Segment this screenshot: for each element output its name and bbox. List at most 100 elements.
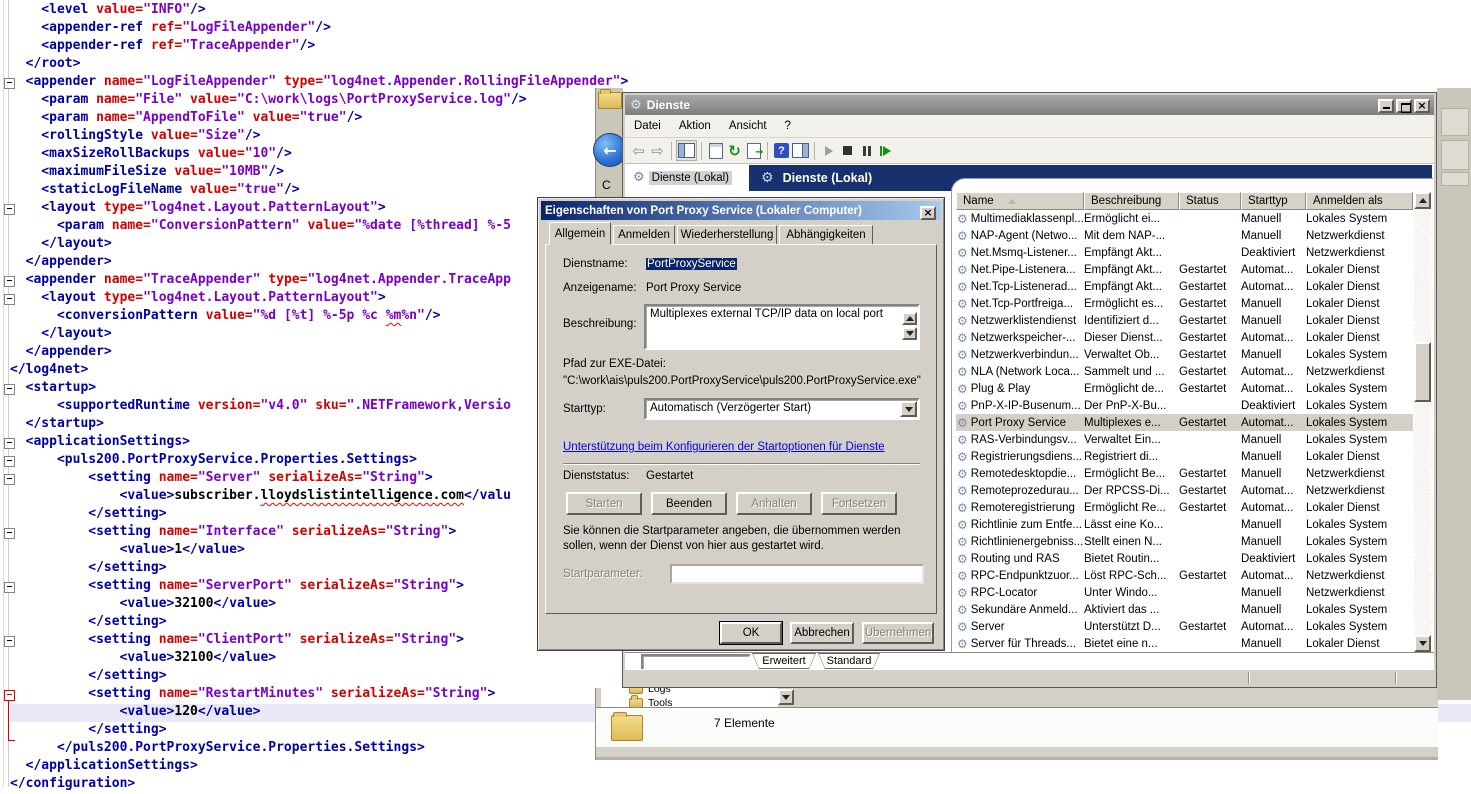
code-line[interactable]: </configuration> — [10, 776, 1471, 794]
close-button[interactable]: × — [1414, 99, 1430, 113]
service-row[interactable]: ⚙Multimediaklassenpl...Ermöglicht ei...M… — [956, 210, 1413, 227]
service-row[interactable]: ⚙Remotedesktopdie...Ermöglicht Be...Gest… — [956, 465, 1413, 482]
service-row[interactable]: ⚙Sekundäre Anmeld...Aktiviert das ...Man… — [956, 601, 1413, 618]
fold-collapse-icon[interactable] — [4, 384, 15, 395]
cancel-button[interactable]: Abbrechen — [790, 622, 854, 644]
stop-button[interactable]: Beenden — [651, 492, 727, 515]
console-tree-item-dienste-lokal[interactable]: ⚙ Dienste (Lokal) — [629, 168, 736, 187]
service-row[interactable]: ⚙Netzwerkverbindun...Verwaltet Ob...Gest… — [956, 346, 1413, 363]
fold-collapse-icon[interactable] — [4, 528, 15, 539]
pause-button[interactable]: Anhalten — [736, 492, 812, 515]
forward-button[interactable]: ⇨ — [648, 141, 667, 160]
code-line[interactable]: <appender name="LogFileAppender" type="l… — [10, 74, 1471, 92]
maximize-button[interactable] — [1396, 99, 1412, 113]
service-name-value[interactable]: PortProxyService — [646, 258, 737, 270]
export-list-button[interactable]: ➔ — [744, 141, 763, 160]
fold-collapse-icon[interactable] — [4, 636, 15, 647]
column-header-beschreibung[interactable]: Beschreibung — [1084, 192, 1179, 210]
menu-datei[interactable]: Datei — [625, 118, 670, 134]
service-row[interactable]: ⚙Net.Pipe-Listenera...Empfängt Akt...Ges… — [956, 261, 1413, 278]
scroll-down-button[interactable] — [902, 327, 917, 340]
ok-button[interactable]: OK — [720, 622, 782, 644]
menu-aktion[interactable]: Aktion — [670, 118, 720, 134]
code-line[interactable]: <appender-ref ref="TraceAppender"/> — [10, 38, 1471, 56]
service-row[interactable]: ⚙Net.Tcp-Listenerad...Empfängt Akt...Ges… — [956, 278, 1413, 295]
service-row[interactable]: ⚙PnP-X-IP-Busenum...Der PnP-X-Bu...Deakt… — [956, 397, 1413, 414]
restart-service-button[interactable] — [876, 141, 895, 160]
pause-service-button[interactable] — [857, 141, 876, 160]
show-console-tree-button[interactable] — [676, 140, 697, 161]
fold-collapse-icon[interactable] — [4, 690, 15, 701]
service-row[interactable]: ⚙Net.Tcp-Portfreiga...Ermöglicht es...Ge… — [956, 295, 1413, 312]
code-line[interactable]: </applicationSettings> — [10, 758, 1471, 776]
combo-dropdown-button[interactable] — [900, 401, 917, 417]
scroll-down-button[interactable] — [1414, 635, 1431, 652]
service-row[interactable]: ⚙Richtlinienergebniss...Stellt einen N..… — [956, 533, 1413, 550]
service-row[interactable]: ⚙Remoteprozedurau...Der RPCSS-Di...Gesta… — [956, 482, 1413, 499]
service-row[interactable]: ⚙Server für Threads...Bietet eine n...Ma… — [956, 635, 1413, 652]
fold-collapse-icon[interactable] — [4, 204, 15, 215]
column-header-starttyp[interactable]: Starttyp — [1241, 192, 1306, 210]
close-button[interactable]: × — [920, 206, 936, 220]
service-row[interactable]: ⚙ServerUnterstützt D...GestartetAutomat.… — [956, 618, 1413, 635]
scrollbar-thumb[interactable] — [1414, 342, 1431, 402]
scroll-up-button[interactable] — [1414, 192, 1431, 209]
service-row[interactable]: ⚙RemoteregistrierungErmöglicht Re...Gest… — [956, 499, 1413, 516]
code-line[interactable]: <level value="INFO"/> — [10, 2, 1471, 20]
extended-view-button[interactable] — [791, 141, 810, 160]
service-row[interactable]: ⚙NetzwerklistendienstIdentifiziert d...G… — [956, 312, 1413, 329]
scroll-up-button[interactable] — [902, 312, 917, 325]
minimize-button[interactable] — [1378, 99, 1394, 113]
service-row[interactable]: ⚙Plug & PlayErmöglicht de...GestartetAut… — [956, 380, 1413, 397]
fold-collapse-icon[interactable] — [4, 78, 15, 89]
properties-button[interactable] — [706, 141, 725, 160]
service-row[interactable]: ⚙RPC-LocatorUnter Windo...ManuellNetzwer… — [956, 584, 1413, 601]
service-row[interactable]: ⚙Richtlinie zum Entfe...Lässt eine Ko...… — [956, 516, 1413, 533]
tab-abhaengigkeiten[interactable]: Abhängigkeiten — [779, 225, 873, 245]
tab-allgemein[interactable]: Allgemein — [549, 222, 611, 245]
fold-collapse-icon[interactable] — [4, 474, 15, 485]
service-row[interactable]: ⚙NAP-Agent (Netwo...Mit dem NAP-...Manue… — [956, 227, 1413, 244]
service-row[interactable]: ⚙RPC-Endpunktzuor...Löst RPC-Sch...Gesta… — [956, 567, 1413, 584]
dropdown-button[interactable] — [778, 689, 794, 705]
menu-ansicht[interactable]: Ansicht — [720, 118, 776, 134]
tab-erweitert[interactable]: Erweitert — [752, 653, 816, 669]
service-row[interactable]: ⚙Port Proxy ServiceMultiplexes e...Gesta… — [956, 414, 1413, 431]
tab-wiederherstellung[interactable]: Wiederherstellung — [677, 225, 777, 245]
refresh-button[interactable]: ↻ — [725, 141, 744, 160]
fold-collapse-icon[interactable] — [4, 294, 15, 305]
service-row[interactable]: ⚙Net.Msmq-Listener...Empfängt Akt...Deak… — [956, 244, 1413, 261]
dialog-titlebar[interactable]: Eigenschaften von Port Proxy Service (Lo… — [541, 201, 941, 220]
fold-collapse-icon[interactable] — [4, 438, 15, 449]
start-button[interactable]: Starten — [566, 492, 642, 515]
list-item[interactable]: Tools — [629, 696, 673, 707]
start-type-combobox[interactable]: Automatisch (Verzögerter Start) — [644, 398, 920, 420]
column-header-status[interactable]: Status — [1179, 192, 1241, 210]
service-row[interactable]: ⚙Routing und RASBietet Routin...Deaktivi… — [956, 550, 1413, 567]
resume-button[interactable]: Fortsetzen — [821, 492, 897, 515]
code-line[interactable]: </root> — [10, 56, 1471, 74]
folder-list[interactable]: Logs Tools — [601, 688, 778, 707]
tab-anmelden[interactable]: Anmelden — [613, 225, 675, 245]
fold-collapse-icon[interactable] — [4, 276, 15, 287]
start-params-input[interactable] — [670, 564, 924, 584]
stop-service-button[interactable] — [838, 141, 857, 160]
fold-collapse-icon[interactable] — [4, 456, 15, 467]
code-line[interactable]: <appender-ref ref="LogFileAppender"/> — [10, 20, 1471, 38]
services-titlebar[interactable]: ⚙ Dienste × — [625, 95, 1434, 115]
fold-collapse-icon[interactable] — [4, 582, 15, 593]
menu-hilfe[interactable]: ? — [776, 118, 800, 134]
startup-options-help-link[interactable]: Unterstützung beim Konfigurieren der Sta… — [563, 441, 885, 453]
service-row[interactable]: ⚙Registrierungsdiens...Registriert di...… — [956, 448, 1413, 465]
start-service-button[interactable] — [819, 141, 838, 160]
help-button[interactable]: ? — [772, 141, 791, 160]
apply-button[interactable]: Übernehmen — [862, 622, 934, 644]
description-field[interactable]: Multiplexes external TCP/IP data on loca… — [644, 304, 920, 350]
tab-standard[interactable]: Standard — [818, 653, 880, 669]
back-button[interactable]: ⇦ — [629, 141, 648, 160]
service-row[interactable]: ⚙RAS-Verbindungsv...Verwaltet Ein...Manu… — [956, 431, 1413, 448]
column-header-anmelden-als[interactable]: Anmelden als — [1306, 192, 1413, 210]
service-row[interactable]: ⚙NLA (Network Loca...Sammelt und ...Gest… — [956, 363, 1413, 380]
service-row[interactable]: ⚙Netzwerkspeicher-...Dieser Dienst...Ges… — [956, 329, 1413, 346]
vertical-scrollbar[interactable] — [1414, 192, 1431, 652]
